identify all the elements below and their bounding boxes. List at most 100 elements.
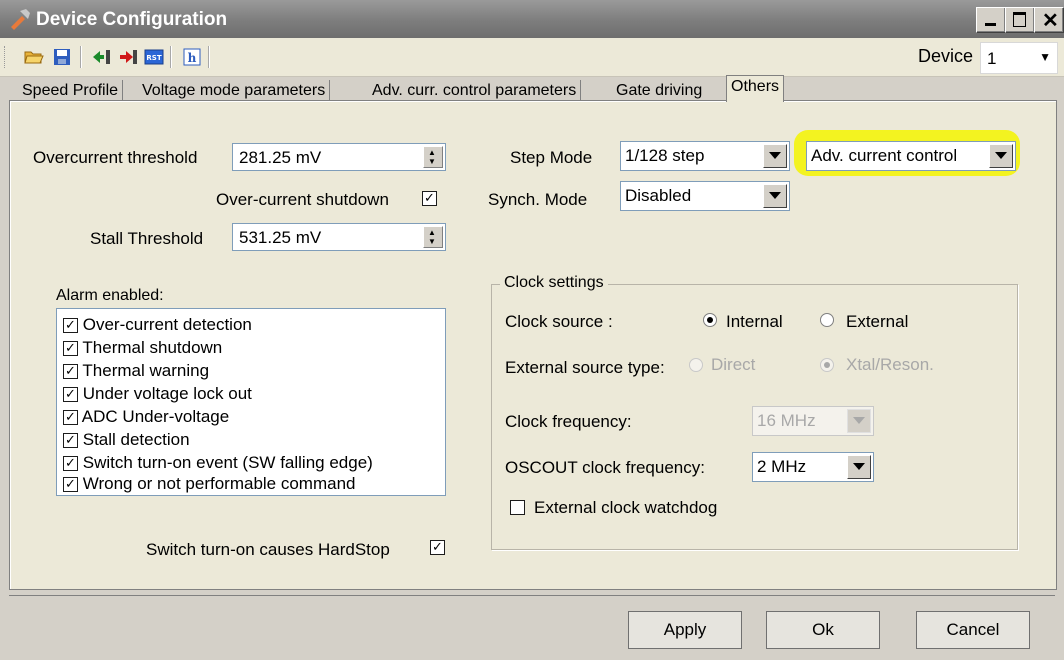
- maximize-icon: [1013, 12, 1026, 27]
- alarm-enabled-label: Alarm enabled:: [56, 287, 164, 304]
- stall-threshold-spinner[interactable]: 531.25 mV ▲ ▼: [232, 223, 446, 251]
- alarm-checkbox[interactable]: ✓: [63, 433, 78, 448]
- clock-settings-label: Clock settings: [500, 274, 608, 292]
- list-item[interactable]: ✓ Thermal warning: [63, 361, 209, 381]
- device-value: 1: [987, 49, 997, 68]
- internal-radio[interactable]: [703, 313, 717, 327]
- ok-button[interactable]: Ok: [766, 611, 880, 649]
- list-item[interactable]: ✓ Over-current detection: [63, 315, 252, 335]
- alarm-checkbox[interactable]: ✓: [63, 341, 78, 356]
- dropdown-button[interactable]: [763, 184, 787, 208]
- internal-label: Internal: [726, 312, 783, 331]
- list-item[interactable]: ✓ Thermal shutdown: [63, 338, 222, 358]
- tab-voltage-mode[interactable]: Voltage mode parameters: [138, 80, 331, 102]
- list-item[interactable]: ✓ Under voltage lock out: [63, 384, 252, 404]
- oscout-select[interactable]: 2 MHz: [752, 452, 874, 482]
- xtal-radio[interactable]: [820, 358, 834, 372]
- spinner-arrows-icon[interactable]: ▲ ▼: [423, 146, 443, 168]
- list-item[interactable]: ✓ Switch turn-on event (SW falling edge): [63, 453, 373, 473]
- dropdown-button[interactable]: [763, 144, 787, 168]
- close-button[interactable]: ✕: [1034, 7, 1064, 33]
- clock-frequency-label: Clock frequency:: [505, 412, 632, 431]
- alarm-checkbox[interactable]: ✓: [63, 318, 78, 333]
- dropdown-button[interactable]: [847, 455, 871, 479]
- step-mode-value: 1/128 step: [625, 146, 705, 165]
- overcurrent-spinner[interactable]: 281.25 mV ▲ ▼: [232, 143, 446, 171]
- overcurrent-value: 281.25 mV: [239, 148, 322, 167]
- svg-text:h: h: [188, 51, 197, 65]
- chevron-down-icon: ▼: [1039, 50, 1051, 64]
- external-label: External: [846, 312, 909, 331]
- direct-radio[interactable]: [689, 358, 703, 372]
- dropdown-button[interactable]: [989, 144, 1013, 168]
- hardstop-label: Switch turn-on causes HardStop: [146, 540, 390, 559]
- maximize-button[interactable]: [1005, 7, 1035, 33]
- control-mode-value: Adv. current control: [811, 146, 958, 165]
- list-item[interactable]: ✓ Stall detection: [63, 430, 190, 450]
- synch-mode-value: Disabled: [625, 186, 692, 205]
- spinner-arrows-icon[interactable]: ▲ ▼: [423, 226, 443, 248]
- minimize-button[interactable]: [976, 7, 1006, 33]
- tab-adv-curr-control[interactable]: Adv. curr. control parameters: [368, 80, 582, 102]
- tab-others[interactable]: Others: [726, 75, 785, 102]
- close-icon: ✕: [1042, 10, 1059, 32]
- clock-source-label: Clock source :: [505, 312, 613, 331]
- connect-icon[interactable]: [92, 47, 112, 67]
- apply-button[interactable]: Apply: [628, 611, 742, 649]
- alarm-checkbox[interactable]: ✓: [63, 477, 78, 492]
- toolbar-separator: [170, 46, 172, 68]
- chevron-down-icon: [853, 417, 865, 424]
- xtal-label: Xtal/Reson.: [846, 355, 934, 374]
- open-folder-icon[interactable]: [24, 47, 44, 67]
- synch-mode-label: Synch. Mode: [488, 190, 588, 209]
- tab-gate-driving[interactable]: Gate driving: [612, 80, 706, 102]
- watchdog-checkbox[interactable]: [510, 500, 525, 515]
- stall-threshold-label: Stall Threshold: [90, 229, 204, 248]
- alarm-list[interactable]: ✓ Over-current detection ✓ Thermal shutd…: [56, 308, 446, 496]
- tab-speed-profile[interactable]: Speed Profile: [18, 80, 124, 102]
- toolbar-separator: [208, 46, 210, 68]
- device-select[interactable]: 1 ▼: [980, 42, 1058, 74]
- step-mode-select[interactable]: 1/128 step: [620, 141, 790, 171]
- dropdown-button[interactable]: [847, 409, 871, 433]
- alarm-checkbox[interactable]: ✓: [63, 410, 78, 425]
- app-icon: [11, 9, 30, 30]
- direct-label: Direct: [711, 355, 756, 374]
- ocd-shutdown-checkbox[interactable]: ✓: [422, 191, 437, 206]
- window-title: Device Configuration: [36, 9, 228, 30]
- clock-frequency-value: 16 MHz: [757, 411, 816, 430]
- list-item[interactable]: ✓ Wrong or not performable command: [63, 474, 356, 494]
- synch-mode-select[interactable]: Disabled: [620, 181, 790, 211]
- control-mode-select[interactable]: Adv. current control: [806, 141, 1016, 171]
- toolbar-separator: [80, 46, 82, 68]
- reset-icon[interactable]: RST: [144, 47, 164, 67]
- alarm-checkbox[interactable]: ✓: [63, 387, 78, 402]
- disconnect-icon[interactable]: [118, 47, 138, 67]
- alarm-checkbox[interactable]: ✓: [63, 456, 78, 471]
- oscout-value: 2 MHz: [757, 457, 807, 476]
- clock-frequency-select[interactable]: 16 MHz: [752, 406, 874, 436]
- hardstop-checkbox[interactable]: ✓: [430, 540, 445, 555]
- step-mode-label: Step Mode: [510, 148, 593, 167]
- help-icon[interactable]: h: [182, 47, 202, 67]
- toolbar-grip: [4, 46, 8, 68]
- oscout-label: OSCOUT clock frequency:: [505, 458, 705, 477]
- chevron-down-icon: [769, 152, 781, 159]
- chevron-down-icon: [769, 192, 781, 199]
- watchdog-label: External clock watchdog: [534, 498, 718, 517]
- ocd-shutdown-label: Over-current shutdown: [216, 190, 389, 209]
- device-label: Device: [918, 46, 974, 66]
- cancel-button[interactable]: Cancel: [916, 611, 1030, 649]
- list-item[interactable]: ✓ ADC Under-voltage: [63, 407, 229, 427]
- svg-text:RST: RST: [146, 54, 161, 62]
- divider: [9, 595, 1055, 596]
- stall-threshold-value: 531.25 mV: [239, 228, 322, 247]
- alarm-checkbox[interactable]: ✓: [63, 364, 78, 379]
- minimize-icon: [985, 23, 996, 26]
- external-radio[interactable]: [820, 313, 834, 327]
- save-icon[interactable]: [52, 47, 72, 67]
- ext-source-type-label: External source type:: [505, 358, 665, 377]
- overcurrent-label: Overcurrent threshold: [33, 148, 198, 167]
- chevron-down-icon: [853, 463, 865, 470]
- chevron-down-icon: [995, 152, 1007, 159]
